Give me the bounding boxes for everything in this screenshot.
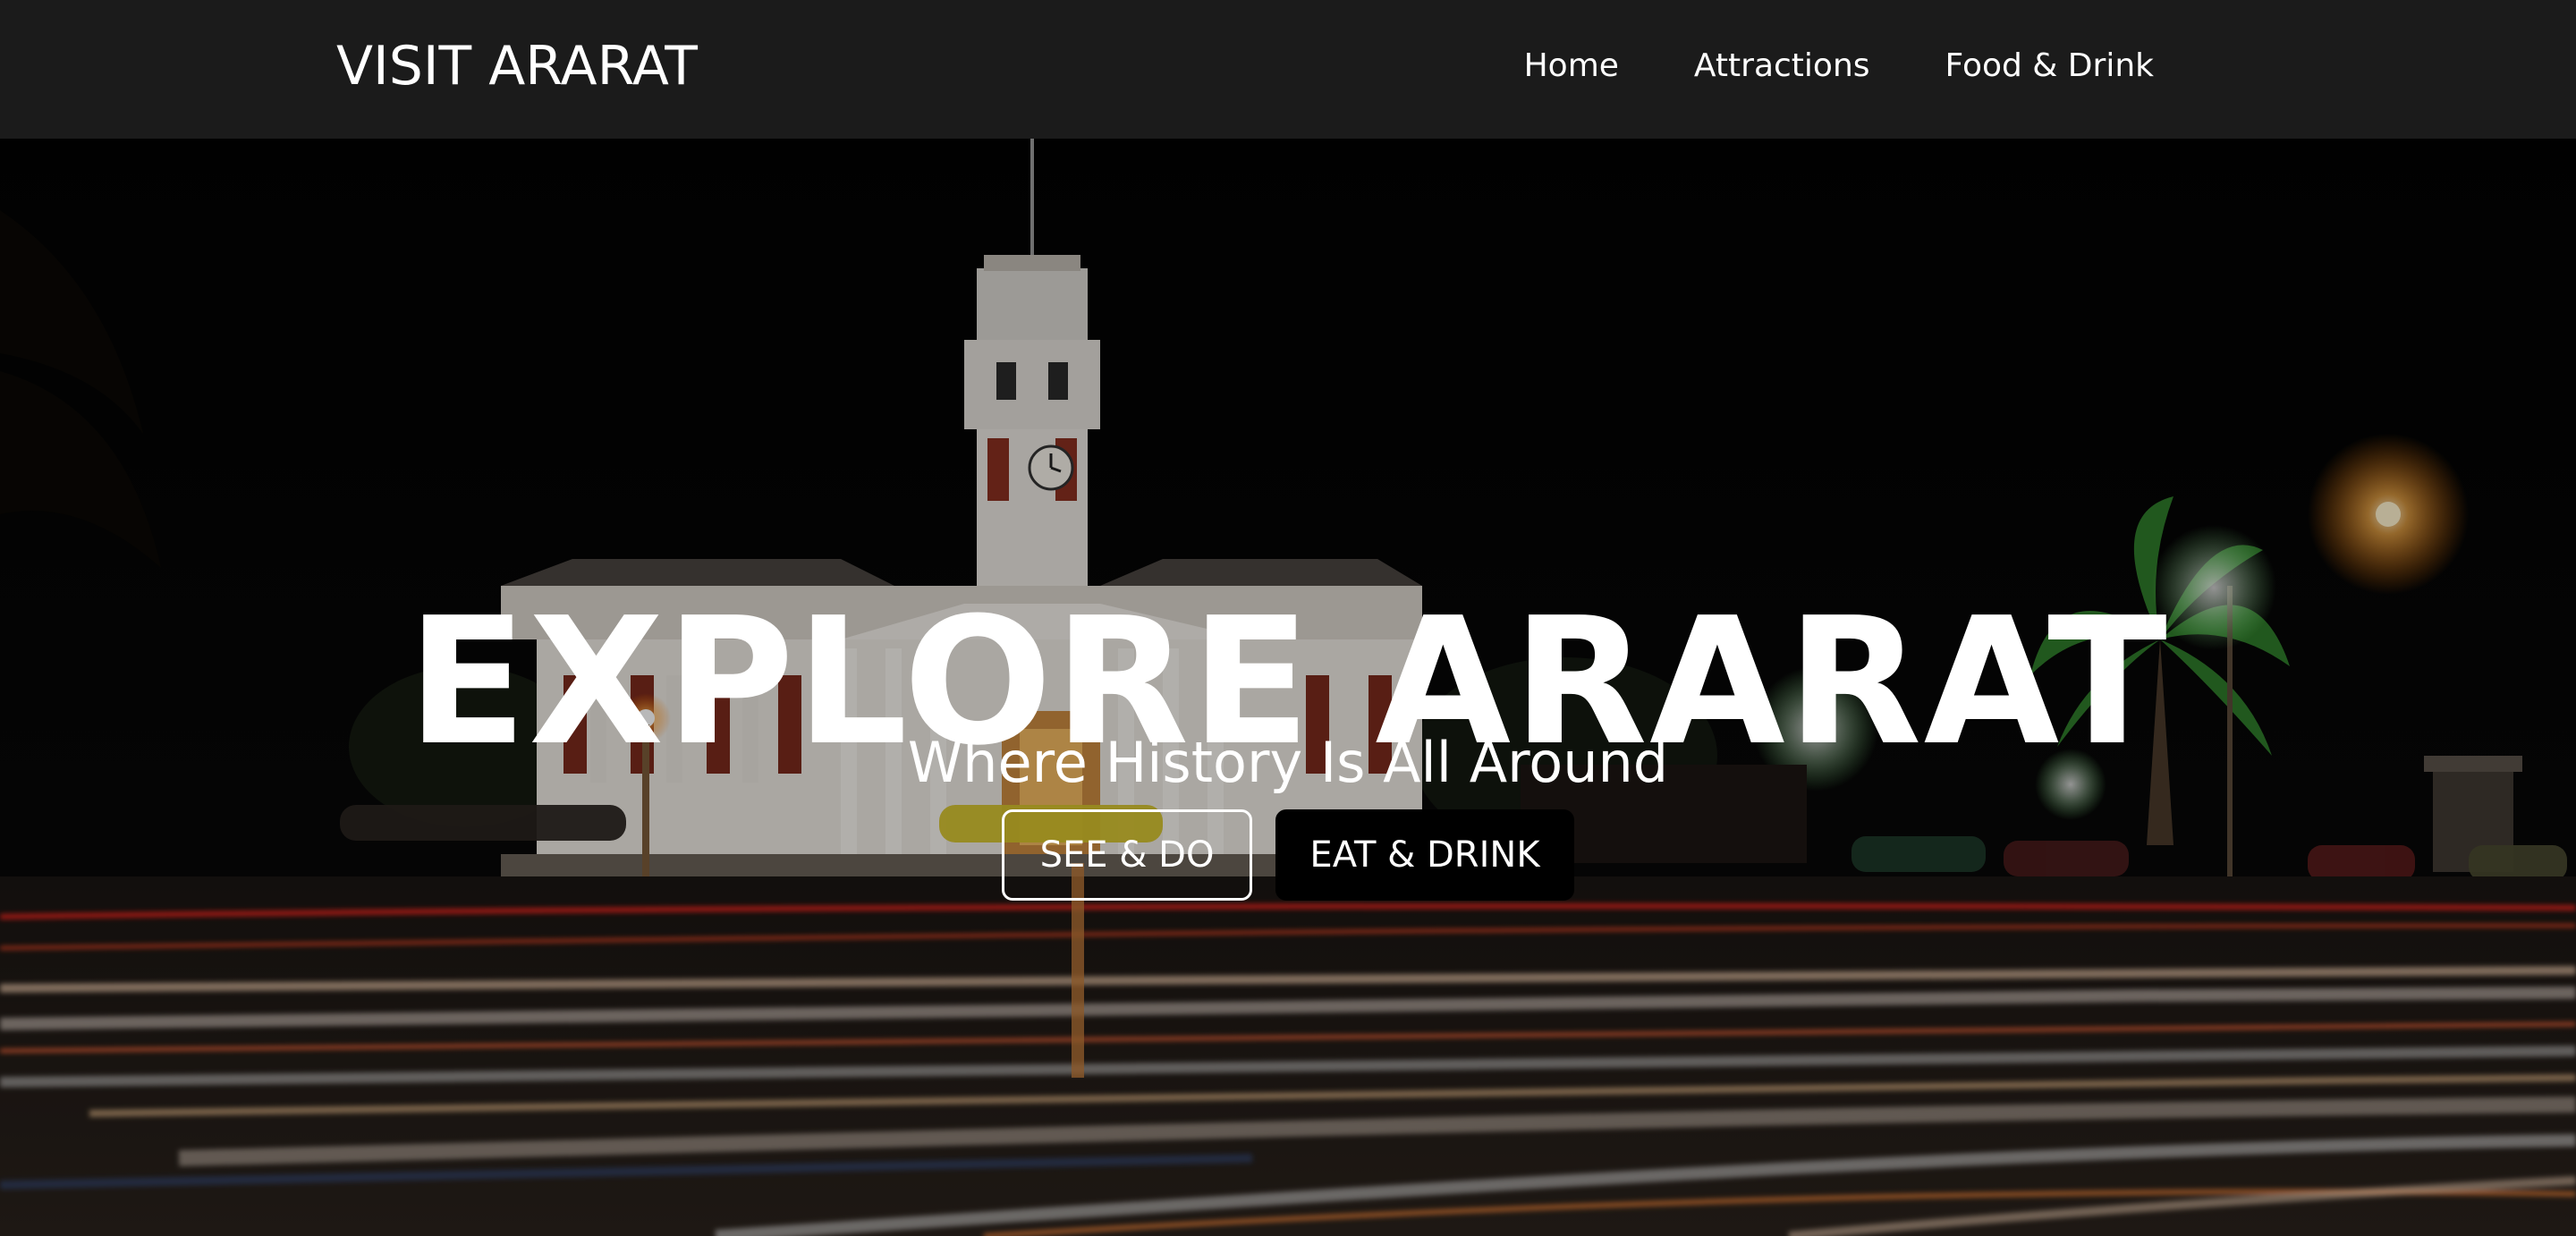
nav-link-attractions[interactable]: Attractions [1694,43,1870,89]
page: VISIT ARARAT Home Attractions Food & Dri… [0,0,2576,1236]
nav-link-home[interactable]: Home [1524,43,1619,89]
brand-logo-link[interactable]: VISIT ARARAT [336,34,698,98]
eat-and-drink-button[interactable]: EAT & DRINK [1275,809,1574,901]
hero-section: EXPLORE ARARAT Where History Is All Arou… [0,139,2576,1236]
see-and-do-button[interactable]: SEE & DO [1002,809,1252,901]
hero-subtitle: Where History Is All Around [907,730,1669,795]
main-nav: Home Attractions Food & Drink [1524,43,2154,89]
top-navbar: VISIT ARARAT Home Attractions Food & Dri… [0,0,2576,139]
nav-link-food-drink[interactable]: Food & Drink [1945,43,2154,89]
hero-cta-buttons: SEE & DO EAT & DRINK [1002,809,1574,901]
